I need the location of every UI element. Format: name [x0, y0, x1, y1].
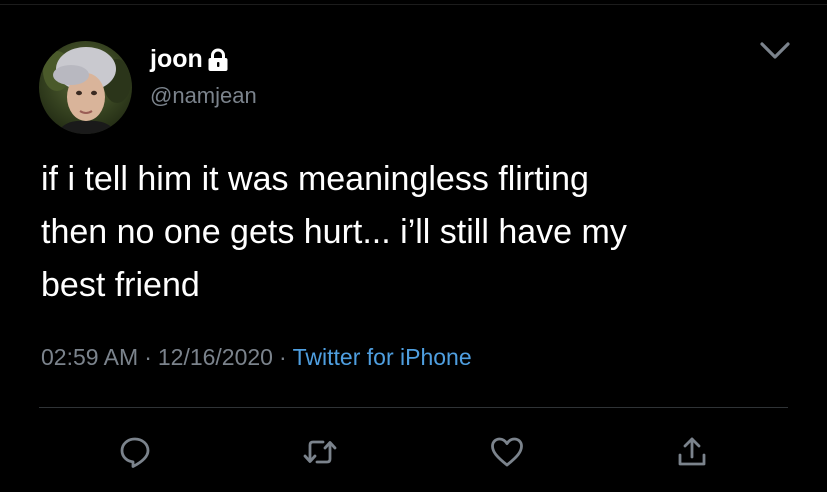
tweet-text: if i tell him it was meaningless flirtin… [41, 160, 627, 304]
reply-icon [118, 435, 152, 469]
actions-divider [39, 407, 788, 408]
reply-button[interactable] [115, 432, 155, 472]
display-name[interactable]: joon [150, 44, 203, 74]
tweet-source-link[interactable]: Twitter for iPhone [293, 344, 472, 370]
retweet-icon [302, 435, 338, 469]
user-handle[interactable]: @namjean [150, 83, 257, 109]
tweet-meta: 02:59 AM · 12/16/2020 · Twitter for iPhone [41, 342, 472, 372]
meta-separator: · [144, 344, 152, 370]
like-button[interactable] [487, 432, 527, 472]
tweet-time: 02:59 AM [41, 344, 139, 370]
meta-separator: · [278, 344, 287, 370]
heart-icon [489, 435, 525, 469]
tweet-date: 12/16/2020 [157, 344, 273, 370]
retweet-button[interactable] [300, 432, 340, 472]
lock-icon [207, 48, 229, 72]
avatar[interactable] [39, 41, 132, 134]
share-button[interactable] [672, 432, 712, 472]
top-divider [0, 4, 827, 5]
chevron-down-icon[interactable] [758, 38, 792, 64]
author-name-row[interactable]: joon [150, 43, 229, 75]
share-icon [675, 435, 709, 469]
